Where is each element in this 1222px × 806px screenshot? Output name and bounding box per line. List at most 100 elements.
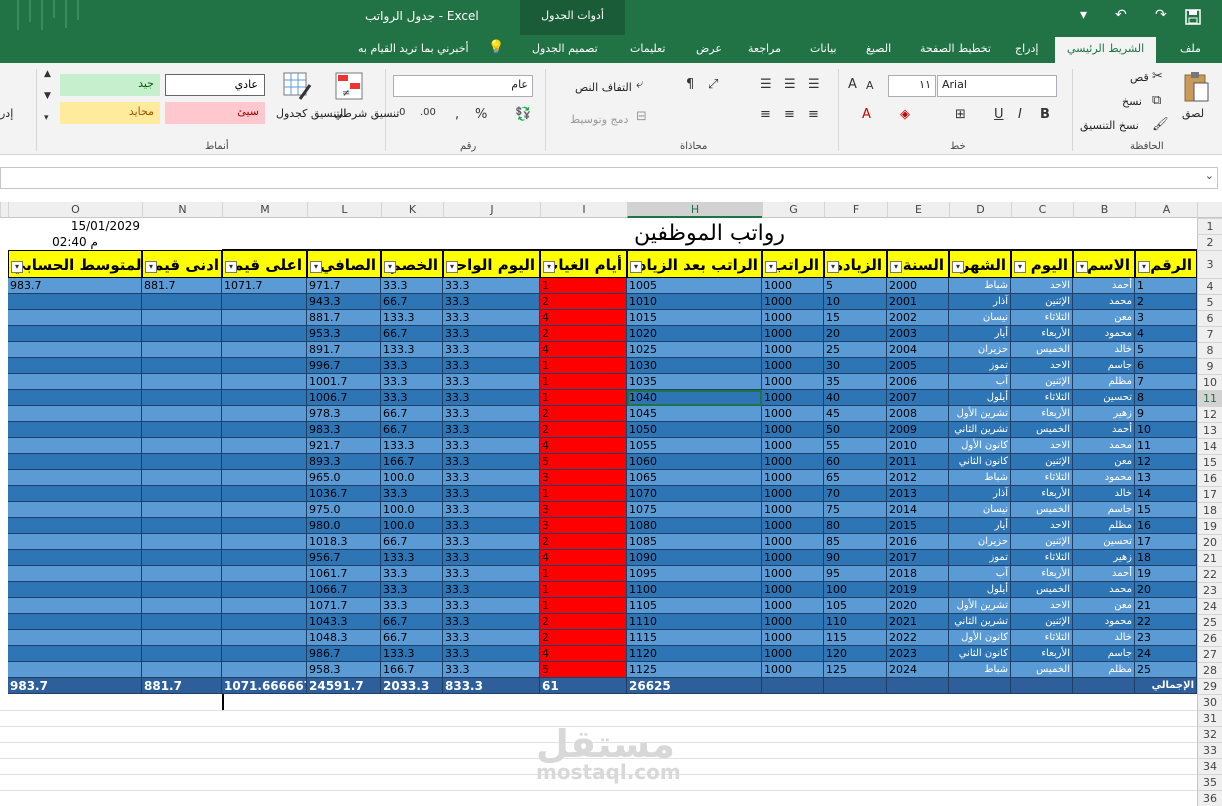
cell-g-row[interactable]: 1000 (762, 310, 824, 326)
header-e[interactable]: السنة ▾ (887, 250, 949, 278)
cell-b-row[interactable]: معن (1073, 310, 1135, 326)
cell-f-row[interactable]: 85 (824, 534, 887, 550)
cell-g-row[interactable]: 1000 (762, 486, 824, 502)
row-header[interactable]: 16 (1197, 470, 1222, 486)
cell-f-row[interactable]: 105 (824, 598, 887, 614)
cell-l-row[interactable]: 1048.3 (307, 630, 381, 646)
cell-j-row[interactable]: 33.3 (443, 390, 540, 406)
styles-more-icon[interactable]: ▾ (44, 113, 49, 123)
cell-e-row[interactable]: 2024 (887, 662, 949, 678)
cell-a-row[interactable]: 13 (1135, 470, 1197, 486)
cell-d-row[interactable]: تشرين الأول (949, 598, 1011, 614)
cell-l-row[interactable]: 1071.7 (307, 598, 381, 614)
cell-c-row[interactable]: الخميس (1011, 582, 1073, 598)
cell-d-row[interactable]: كانون الثاني (949, 454, 1011, 470)
cell-d-row[interactable]: تشرين الثاني (949, 422, 1011, 438)
cell-h-row[interactable]: 1065 (627, 470, 762, 486)
cell-g-row[interactable]: 1000 (762, 614, 824, 630)
cell-j-row[interactable]: 33.3 (443, 342, 540, 358)
column-header-n[interactable]: N (142, 202, 222, 218)
cell-a-row[interactable]: 23 (1135, 630, 1197, 646)
cell-l-row[interactable]: 1001.7 (307, 374, 381, 390)
row-header[interactable]: 36 (1197, 790, 1222, 806)
cell-m-row[interactable] (222, 614, 307, 630)
cell-e-row[interactable]: 2000 (887, 278, 949, 294)
cell-d-row[interactable]: أيلول (949, 582, 1011, 598)
cell-f-row[interactable]: 95 (824, 566, 887, 582)
row-header[interactable]: 17 (1197, 486, 1222, 502)
cell-a-row[interactable]: 18 (1135, 550, 1197, 566)
header-c[interactable]: اليوم ▾ (1011, 250, 1073, 278)
cell-l-row[interactable]: 1036.7 (307, 486, 381, 502)
cell-i-row[interactable]: 2 (540, 406, 627, 422)
cell-o-row[interactable] (8, 566, 142, 582)
cell-b-row[interactable]: مظلم (1073, 662, 1135, 678)
cell-g-row[interactable]: 1000 (762, 582, 824, 598)
cell-j-row[interactable]: 33.3 (443, 534, 540, 550)
filter-dropdown-icon[interactable]: ▾ (1076, 261, 1088, 273)
cell-e-row[interactable]: 2016 (887, 534, 949, 550)
total-i[interactable]: 61 (540, 678, 627, 694)
cell-c-row[interactable]: الأربعاء (1011, 646, 1073, 662)
align-top-icon[interactable]: ☰ (760, 77, 772, 92)
cell-h-row[interactable]: 1070 (627, 486, 762, 502)
cell-b-row[interactable]: أحمد (1073, 422, 1135, 438)
cell-j-row[interactable]: 33.3 (443, 614, 540, 630)
cell-c-row[interactable]: الثلاثاء (1011, 470, 1073, 486)
cell-j-row[interactable]: 33.3 (443, 358, 540, 374)
filter-dropdown-icon[interactable]: ▾ (827, 261, 839, 273)
total-j[interactable]: 833.3 (443, 678, 540, 694)
cell-e-row[interactable]: 2014 (887, 502, 949, 518)
header-o[interactable]: المتوسط الحسابي ▾ (8, 250, 142, 278)
filter-dropdown-icon[interactable]: ▾ (543, 261, 555, 273)
cell-n-row[interactable] (142, 502, 222, 518)
cell-d-row[interactable]: شباط (949, 278, 1011, 294)
cell-c-row[interactable]: الثلاثاء (1011, 390, 1073, 406)
number-format-select[interactable]: عام (393, 75, 533, 97)
format-as-table-button[interactable]: التنسيق كجدول (276, 107, 346, 120)
row-header[interactable]: 30 (1197, 694, 1222, 710)
cell-b-row[interactable]: مظلم (1073, 518, 1135, 534)
cell-m-row[interactable] (222, 598, 307, 614)
cell-l-row[interactable]: 1043.3 (307, 614, 381, 630)
cell-m-row[interactable] (222, 438, 307, 454)
cell-b-row[interactable]: محمد (1073, 294, 1135, 310)
cell-n-row[interactable] (142, 630, 222, 646)
cell-e-row[interactable]: 2006 (887, 374, 949, 390)
align-center-icon[interactable]: ≡ (784, 107, 795, 122)
cell-d-row[interactable]: كانون الأول (949, 630, 1011, 646)
cell-d-row[interactable]: أيار (949, 518, 1011, 534)
row-header[interactable]: 6 (1197, 310, 1222, 326)
cell-i-row[interactable]: 4 (540, 438, 627, 454)
cell-o-row[interactable] (8, 582, 142, 598)
total-d[interactable] (949, 678, 1011, 694)
cell-g-row[interactable]: 1000 (762, 294, 824, 310)
cell-l-row[interactable]: 1066.7 (307, 582, 381, 598)
column-header-f[interactable]: F (824, 202, 887, 218)
cell-k-row[interactable]: 66.7 (381, 614, 443, 630)
cell-l-row[interactable]: 971.7 (307, 278, 381, 294)
cell-f-row[interactable]: 5 (824, 278, 887, 294)
cell-k-row[interactable]: 33.3 (381, 358, 443, 374)
cell-m-row[interactable] (222, 326, 307, 342)
cell-j-row[interactable]: 33.3 (443, 438, 540, 454)
cell-k-row[interactable]: 133.3 (381, 310, 443, 326)
header-h[interactable]: الراتب بعد الزيادة ▾ (627, 250, 762, 278)
header-i[interactable]: أيام الغياب ▾ (540, 250, 627, 278)
cell-k-row[interactable]: 33.3 (381, 566, 443, 582)
cell-f-row[interactable]: 75 (824, 502, 887, 518)
cell-j-row[interactable]: 33.3 (443, 550, 540, 566)
cell-g-row[interactable]: 1000 (762, 550, 824, 566)
insert-cells-button[interactable]: إدر (0, 107, 13, 120)
cell-i-row[interactable]: 1 (540, 278, 627, 294)
cell-a-row[interactable]: 17 (1135, 534, 1197, 550)
cell-e-row[interactable]: 2009 (887, 422, 949, 438)
tab-help[interactable]: تعليمات (630, 42, 665, 55)
cell-d-row[interactable]: نيسان (949, 502, 1011, 518)
cell-k-row[interactable]: 100.0 (381, 502, 443, 518)
cell-b-row[interactable]: خالد (1073, 342, 1135, 358)
cell-g-row[interactable]: 1000 (762, 454, 824, 470)
cell-k-row[interactable]: 133.3 (381, 342, 443, 358)
cell-a-row[interactable]: 1 (1135, 278, 1197, 294)
cell-h-row[interactable]: 1095 (627, 566, 762, 582)
